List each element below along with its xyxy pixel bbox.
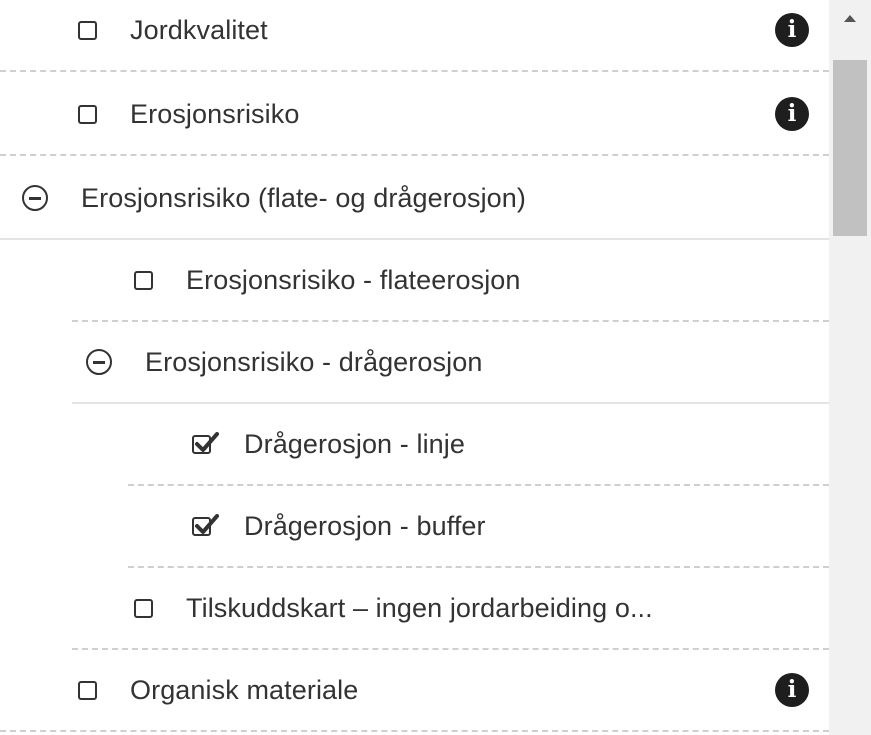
checkbox-unchecked[interactable] — [78, 20, 97, 40]
layer-row-flateerosjon[interactable]: Erosjonsrisiko - flateerosjon — [72, 240, 829, 322]
checkbox-checked[interactable] — [192, 431, 219, 454]
layer-label: Erosjonsrisiko — [130, 99, 300, 129]
layer-label: Tilskuddskart – ingen jordarbeiding o... — [186, 593, 653, 623]
layer-row-dragerosjon-buffer[interactable]: Drågerosjon - buffer — [128, 486, 829, 568]
layer-label: Drågerosjon - linje — [244, 429, 465, 459]
layer-row-dragerosjon-linje[interactable]: Drågerosjon - linje — [128, 404, 829, 486]
group-label: Erosjonsrisiko (flate- og drågerosjon) — [81, 183, 526, 213]
layer-label: Jordkvalitet — [130, 15, 268, 45]
checkmark-icon — [195, 431, 219, 452]
group-label: Erosjonsrisiko - drågerosjon — [145, 347, 483, 377]
layer-group-dragerosjon[interactable]: Erosjonsrisiko - drågerosjon — [72, 322, 829, 404]
layer-row-jordkvalitet[interactable]: Jordkvalitet i — [0, 0, 829, 72]
checkbox-unchecked[interactable] — [134, 270, 153, 290]
checkbox-checked[interactable] — [192, 513, 219, 536]
caret-up-icon[interactable] — [829, 0, 871, 42]
info-icon[interactable]: i — [775, 97, 809, 131]
layer-row-erosjonsrisiko[interactable]: Erosjonsrisiko i — [0, 74, 829, 156]
checkbox-unchecked[interactable] — [134, 598, 153, 618]
vertical-scrollbar[interactable] — [829, 0, 871, 735]
layer-label: Organisk materiale — [130, 675, 359, 705]
layer-row-tilskuddskart[interactable]: Tilskuddskart – ingen jordarbeiding o... — [72, 568, 829, 650]
layer-group-erosjonsrisiko-flate-drage[interactable]: Erosjonsrisiko (flate- og drågerosjon) — [0, 158, 829, 240]
minus-circle-icon[interactable] — [86, 349, 112, 375]
layer-label: Erosjonsrisiko - flateerosjon — [186, 265, 521, 295]
info-icon[interactable]: i — [775, 13, 809, 47]
layer-row-organisk-materiale[interactable]: Organisk materiale i — [0, 650, 829, 732]
layer-list: Jordkvalitet i Erosjonsrisiko i Erosjons… — [0, 0, 829, 735]
checkbox-unchecked[interactable] — [78, 104, 97, 124]
info-icon[interactable]: i — [775, 673, 809, 707]
layer-label: Drågerosjon - buffer — [244, 511, 486, 541]
minus-circle-icon[interactable] — [22, 185, 48, 211]
checkmark-icon — [195, 513, 219, 534]
checkbox-unchecked[interactable] — [78, 680, 97, 700]
scrollbar-thumb[interactable] — [833, 60, 867, 236]
